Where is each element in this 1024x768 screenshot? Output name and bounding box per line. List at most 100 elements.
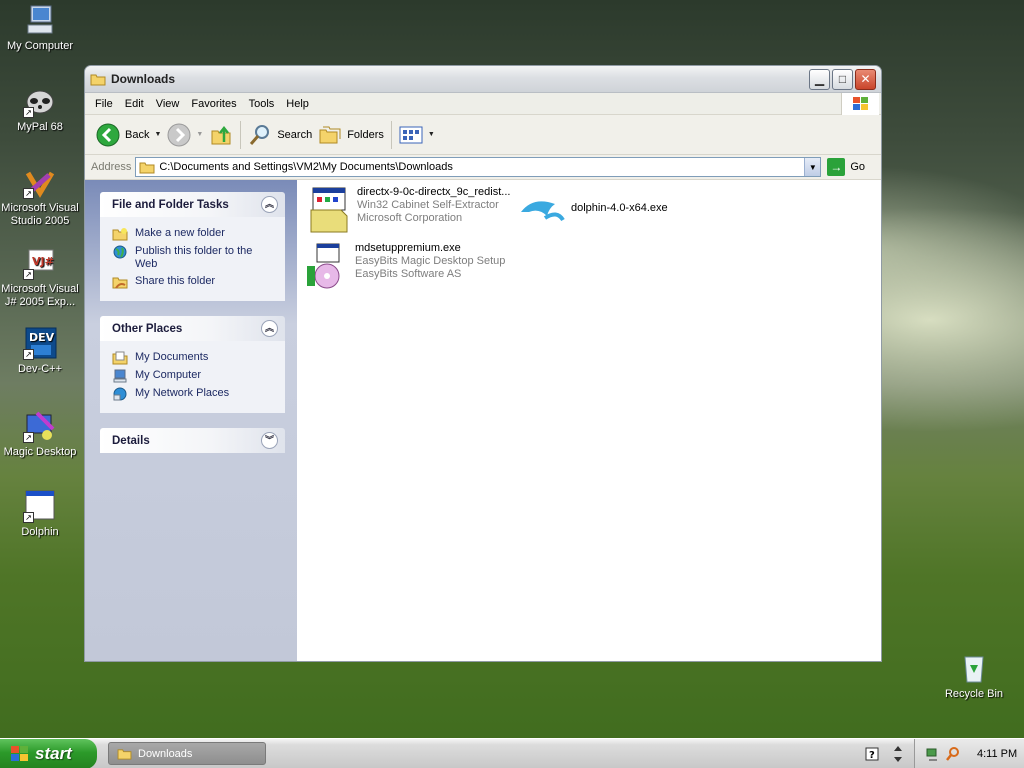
up-folder-icon	[211, 125, 231, 144]
place-my-documents[interactable]: My Documents	[112, 351, 277, 365]
panel-title: Other Places	[112, 322, 183, 335]
menu-edit[interactable]: Edit	[119, 96, 150, 112]
desktop-icon-label: Dolphin	[21, 526, 59, 538]
help-icon[interactable]: ?	[865, 747, 879, 761]
title-bar[interactable]: Downloads ▁ □ ✕	[85, 66, 881, 93]
place-label: My Computer	[135, 369, 202, 381]
desktop-icon-label: MyPal 68	[17, 121, 63, 133]
search-label: Search	[277, 128, 313, 141]
file-name: mdsetuppremium.exe	[355, 242, 461, 254]
new-folder-icon	[112, 228, 128, 241]
task-label: Share this folder	[135, 275, 216, 287]
clock[interactable]: 4:11 PM	[977, 748, 1017, 760]
desktop-icon-visual-studio[interactable]: ↗ Microsoft Visual Studio 2005	[0, 165, 80, 228]
place-my-computer[interactable]: My Computer	[112, 369, 277, 383]
menu-file[interactable]: File	[89, 96, 119, 112]
panel-title: Details	[112, 434, 150, 447]
folder-icon	[90, 73, 106, 86]
forward-button[interactable]: ▼	[164, 118, 206, 152]
desktop-icon-magic-desktop[interactable]: ↗ Magic Desktop	[0, 409, 80, 459]
desktop-icon-dolphin[interactable]: ↗ Dolphin	[0, 489, 80, 539]
search-tray-icon[interactable]	[945, 746, 961, 762]
network-tray-icon[interactable]	[925, 746, 941, 762]
visual-jsharp-icon: VJ# ↗	[23, 246, 57, 280]
other-places-header[interactable]: Other Places ︽	[100, 316, 285, 341]
desktop-icon-label: Magic Desktop	[3, 446, 77, 458]
dropdown-arrow-icon[interactable]: ▼	[154, 131, 161, 138]
file-item-directx[interactable]: directx-9-0c-directx_9c_redist... Win32 …	[305, 186, 510, 234]
close-icon: ✕	[860, 72, 871, 86]
menu-tools[interactable]: Tools	[243, 96, 281, 112]
dropdown-arrow-icon[interactable]: ▼	[428, 131, 435, 138]
menu-view[interactable]: View	[150, 96, 186, 112]
toolbar-separator	[240, 120, 242, 149]
desktop-icon-label: Microsoft Visual J# 2005 Exp...	[1, 283, 79, 308]
start-button[interactable]: start	[0, 739, 97, 768]
up-folder-button[interactable]	[206, 118, 236, 152]
menu-help[interactable]: Help	[280, 96, 315, 112]
details-panel: Details ︾	[100, 428, 285, 453]
folders-button[interactable]: Folders	[315, 118, 387, 152]
desktop-icon-dev-cpp[interactable]: DEV ↗ Dev-C++	[0, 326, 80, 376]
place-label: My Documents	[135, 351, 209, 363]
share-folder-icon	[112, 277, 128, 289]
file-type: Win32 Cabinet Self-Extractor	[357, 199, 499, 211]
collapse-icon[interactable]: ︽	[261, 196, 278, 213]
desktop-icon-my-computer[interactable]: My Computer	[0, 3, 80, 53]
close-button[interactable]: ✕	[855, 68, 876, 90]
place-my-network-places[interactable]: My Network Places	[112, 387, 277, 401]
shortcut-arrow-icon: ↗	[23, 107, 34, 118]
computer-icon	[113, 369, 127, 383]
desktop-icon-visual-jsharp[interactable]: VJ# ↗ Microsoft Visual J# 2005 Exp...	[0, 246, 80, 309]
desktop-icon-mypal[interactable]: ↗ MyPal 68	[0, 84, 80, 134]
task-pane: File and Folder Tasks ︽ Make a new folde…	[85, 180, 297, 661]
minimize-icon: ▁	[814, 72, 825, 86]
minimize-button[interactable]: ▁	[809, 68, 830, 90]
explorer-window: Downloads ▁ □ ✕ File Edit View Favorites…	[84, 65, 882, 662]
back-arrow-icon	[96, 123, 120, 146]
menu-favorites[interactable]: Favorites	[185, 96, 242, 112]
start-label: start	[35, 744, 72, 763]
go-button[interactable]: → Go	[827, 158, 865, 176]
go-label: Go	[850, 161, 866, 173]
forward-arrow-icon	[167, 123, 191, 146]
taskbar: start Downloads ? 4:11 PM	[0, 738, 1024, 768]
taskbar-button-downloads[interactable]: Downloads	[108, 742, 266, 765]
address-value: C:\Documents and Settings\VM2\My Documen…	[159, 161, 453, 173]
file-name: directx-9-0c-directx_9c_redist...	[357, 186, 511, 198]
shortcut-arrow-icon: ↗	[23, 269, 34, 280]
documents-folder-icon	[112, 351, 128, 365]
recycle-bin-icon	[957, 651, 991, 685]
desktop-icon-recycle-bin[interactable]: Recycle Bin	[934, 651, 1014, 701]
address-input[interactable]: C:\Documents and Settings\VM2\My Documen…	[135, 157, 822, 177]
search-button[interactable]: Search	[245, 118, 315, 152]
file-folder-tasks-header[interactable]: File and Folder Tasks ︽	[100, 192, 285, 217]
back-button[interactable]: Back ▼	[93, 118, 164, 152]
windows-logo-icon	[11, 746, 28, 761]
network-icon	[113, 387, 127, 401]
dropdown-arrow-icon[interactable]: ▼	[196, 131, 203, 138]
maximize-button[interactable]: □	[832, 68, 853, 90]
file-company: Microsoft Corporation	[357, 212, 463, 224]
taskbar-button-label: Downloads	[138, 747, 193, 760]
resize-arrows-icon[interactable]	[893, 745, 903, 763]
chevron-down-icon: ▼	[808, 162, 817, 172]
visual-studio-icon: ↗	[23, 165, 57, 199]
file-item-dolphin[interactable]: dolphin-4.0-x64.exe	[519, 194, 668, 226]
desktop-icon-label: Microsoft Visual Studio 2005	[1, 202, 79, 227]
task-make-new-folder[interactable]: Make a new folder	[112, 227, 277, 241]
details-header[interactable]: Details ︾	[100, 428, 285, 453]
desktop-icon-label: Dev-C++	[17, 363, 63, 375]
collapse-icon[interactable]: ︽	[261, 320, 278, 337]
views-button[interactable]: ▼	[396, 118, 438, 152]
svg-text:DEV: DEV	[29, 331, 55, 344]
expand-icon[interactable]: ︾	[261, 432, 278, 449]
task-publish-to-web[interactable]: Publish this folder to the Web	[112, 245, 277, 271]
go-arrow-icon: →	[827, 158, 846, 176]
place-label: My Network Places	[135, 387, 230, 399]
file-item-mdsetup[interactable]: mdsetuppremium.exe EasyBits Magic Deskto…	[303, 242, 505, 290]
task-share-folder[interactable]: Share this folder	[112, 275, 277, 289]
system-tray: 4:11 PM	[914, 739, 1024, 768]
address-dropdown-button[interactable]: ▼	[804, 158, 821, 176]
back-label: Back	[125, 128, 150, 141]
